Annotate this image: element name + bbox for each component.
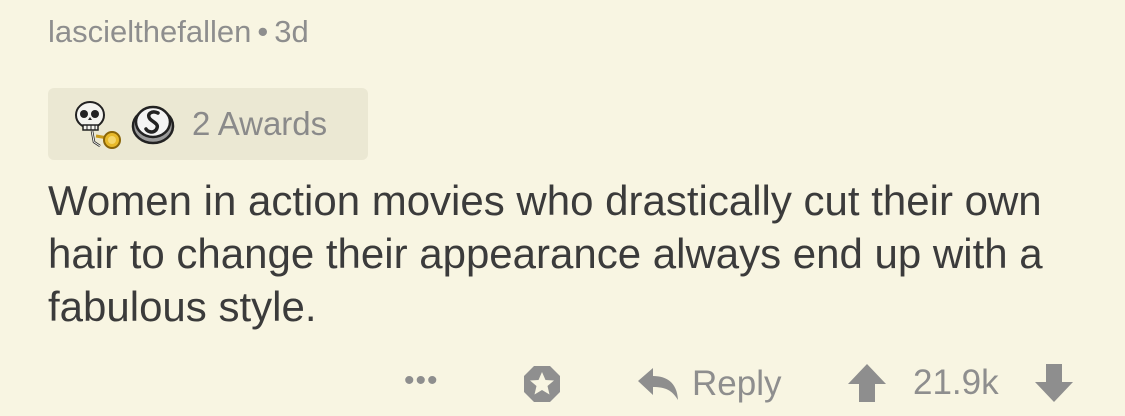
- more-options-button[interactable]: •••: [404, 364, 439, 398]
- meta-separator: •: [257, 14, 269, 49]
- awards-count-label: 2 Awards: [192, 105, 328, 142]
- give-award-icon[interactable]: [518, 360, 566, 408]
- vote-score: 21.9k: [913, 363, 999, 402]
- silver-award-icon: [131, 105, 175, 145]
- downvote-arrow-icon[interactable]: [1033, 362, 1075, 404]
- comment-body: Women in action movies who drastically c…: [48, 177, 1043, 330]
- author-username[interactable]: lascielthefallen: [48, 14, 251, 49]
- comment-age: 3d: [274, 14, 309, 49]
- reply-arrow-icon: [638, 368, 678, 400]
- skeleton-trumpet-award-icon: [75, 101, 121, 149]
- reply-label: Reply: [692, 364, 782, 403]
- reply-button[interactable]: Reply: [636, 362, 781, 406]
- comment-actions: ••• Reply 21.9k: [0, 356, 1125, 412]
- awards-bar[interactable]: 2 Awards: [48, 88, 368, 160]
- comment: lascielthefallen • 3d 2 Awards Women in …: [0, 0, 1125, 416]
- comment-meta: lascielthefallen • 3d: [48, 14, 309, 50]
- upvote-arrow-icon[interactable]: [846, 362, 888, 404]
